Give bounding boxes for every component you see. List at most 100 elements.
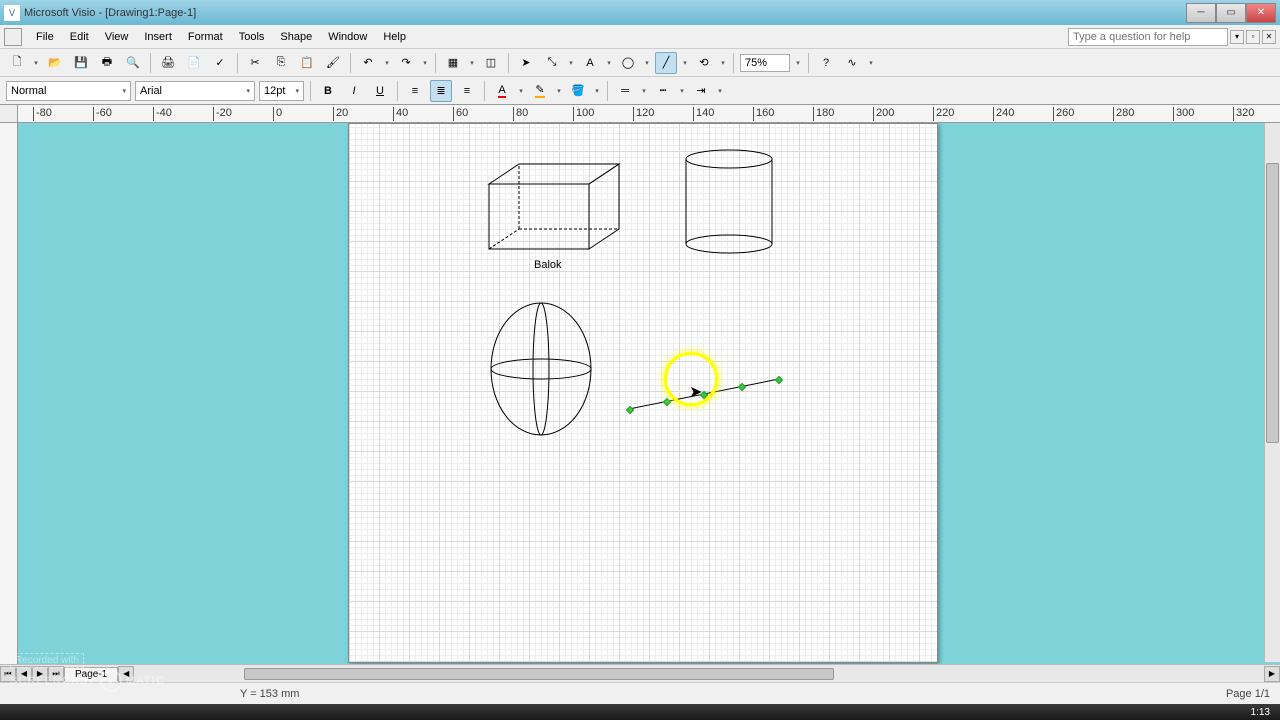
menu-view[interactable]: View [97, 29, 137, 45]
menu-shape[interactable]: Shape [272, 29, 320, 45]
scrollbar-thumb[interactable] [244, 668, 834, 680]
line-color-dropdown[interactable]: ▾ [555, 87, 563, 95]
menu-tools[interactable]: Tools [231, 29, 273, 45]
page-tabs-bar: ⏮ ◀ ▶ ⏭ Page-1 ◀ ▶ [0, 664, 1280, 682]
horizontal-ruler[interactable]: -80 -60 -40 -20 0 20 40 60 80 100 120 14… [0, 105, 1280, 123]
maximize-button[interactable]: ▭ [1216, 3, 1246, 23]
redo-icon[interactable]: ↷ [395, 52, 417, 74]
save-icon[interactable]: 💾 [70, 52, 92, 74]
tab-nav-next[interactable]: ▶ [32, 666, 48, 682]
shape-box[interactable] [489, 164, 624, 264]
font-color-dropdown[interactable]: ▾ [517, 87, 525, 95]
undo-icon[interactable]: ↶ [357, 52, 379, 74]
copy-icon[interactable]: ⎘ [270, 52, 292, 74]
help-icon[interactable]: ? [815, 52, 837, 74]
doc-restore-button[interactable]: ▫ [1246, 30, 1260, 44]
stencil-icon[interactable]: ◫ [480, 52, 502, 74]
formula-icon[interactable]: ∿ [841, 52, 863, 74]
fill-color-button[interactable]: 🪣 [567, 80, 589, 102]
minimize-button[interactable]: ─ [1186, 3, 1216, 23]
align-right-button[interactable]: ≡ [456, 80, 478, 102]
format-painter-icon[interactable]: 🖌 [322, 52, 344, 74]
print-icon-2[interactable]: 🖨 [157, 52, 179, 74]
italic-button[interactable]: I [343, 80, 365, 102]
size-value: 12pt [264, 85, 285, 97]
fontsize-combo[interactable]: 12pt▾ [259, 81, 304, 101]
line-tool-icon[interactable]: ╱ [655, 52, 677, 74]
close-button[interactable]: ✕ [1246, 3, 1276, 23]
line-ends-dropdown[interactable]: ▾ [716, 87, 724, 95]
menu-insert[interactable]: Insert [136, 29, 180, 45]
shapes-dropdown[interactable]: ▾ [468, 59, 476, 67]
menu-format[interactable]: Format [180, 29, 231, 45]
vertical-ruler[interactable] [0, 123, 18, 664]
line-dropdown[interactable]: ▾ [681, 59, 689, 67]
shape-sphere[interactable] [489, 299, 594, 439]
ellipse-dropdown[interactable]: ▾ [643, 59, 651, 67]
line-ends-button[interactable]: ⇥ [690, 80, 712, 102]
scroll-right-button[interactable]: ▶ [1264, 666, 1280, 682]
page-tab[interactable]: Page-1 [64, 667, 118, 681]
drawing-page[interactable]: Balok [348, 123, 938, 663]
undo-dropdown[interactable]: ▾ [383, 59, 391, 67]
taskbar[interactable]: 1:13 [0, 704, 1280, 720]
tab-nav-last[interactable]: ⏭ [48, 666, 64, 682]
line-pattern-button[interactable]: ┅ [652, 80, 674, 102]
cut-icon[interactable]: ✂ [244, 52, 266, 74]
rotate-dropdown[interactable]: ▾ [719, 59, 727, 67]
shape-cylinder[interactable] [684, 149, 774, 254]
connector-dropdown[interactable]: ▾ [567, 59, 575, 67]
paste-icon[interactable]: 📋 [296, 52, 318, 74]
spelling-icon[interactable]: ✓ [209, 52, 231, 74]
style-combo[interactable]: Normal▾ [6, 81, 131, 101]
preview-icon[interactable]: 📄 [183, 52, 205, 74]
pointer-tool-icon[interactable]: ➤ [515, 52, 537, 74]
line-pattern-dropdown[interactable]: ▾ [678, 87, 686, 95]
text-dropdown[interactable]: ▾ [605, 59, 613, 67]
line-color-button[interactable]: ✎ [529, 80, 551, 102]
horizontal-scrollbar[interactable]: ◀ ▶ [134, 667, 1264, 681]
new-icon[interactable]: 🗋 [6, 52, 28, 74]
vertical-scrollbar[interactable] [1264, 123, 1280, 662]
text-tool-icon[interactable]: A [579, 52, 601, 74]
tab-nav-first[interactable]: ⏮ [0, 666, 16, 682]
connector-tool-icon[interactable]: ⤡ [541, 52, 563, 74]
help-search-input[interactable] [1068, 28, 1228, 46]
help-dropdown[interactable]: ▾ [1230, 30, 1244, 44]
doc-close-button[interactable]: ✕ [1262, 30, 1276, 44]
drawing-canvas[interactable]: Balok [18, 123, 1280, 664]
rotate-tool-icon[interactable]: ⟲ [693, 52, 715, 74]
fill-color-dropdown[interactable]: ▾ [593, 87, 601, 95]
tab-nav-prev[interactable]: ◀ [16, 666, 32, 682]
bold-button[interactable]: B [317, 80, 339, 102]
ruler-tick: -40 [153, 107, 172, 121]
scrollbar-thumb[interactable] [1266, 163, 1279, 443]
font-color-button[interactable]: A [491, 80, 513, 102]
zoom-combo[interactable]: 75% [740, 54, 790, 72]
new-dropdown[interactable]: ▾ [32, 59, 40, 67]
titlebar[interactable]: V Microsoft Visio - [Drawing1:Page-1] ─ … [0, 0, 1280, 25]
menu-file[interactable]: File [28, 29, 62, 45]
align-center-button[interactable]: ≣ [430, 80, 452, 102]
underline-button[interactable]: U [369, 80, 391, 102]
zoom-dropdown[interactable]: ▾ [794, 59, 802, 67]
scroll-left-button[interactable]: ◀ [118, 666, 134, 682]
ruler-tick: 240 [993, 107, 1014, 121]
line-weight-dropdown[interactable]: ▾ [640, 87, 648, 95]
menu-window[interactable]: Window [320, 29, 375, 45]
print-preview-icon[interactable]: 🔍 [122, 52, 144, 74]
ruler-tick: 40 [393, 107, 408, 121]
menu-edit[interactable]: Edit [62, 29, 97, 45]
shapes-icon[interactable]: ▦ [442, 52, 464, 74]
align-left-button[interactable]: ≡ [404, 80, 426, 102]
menu-help[interactable]: Help [375, 29, 414, 45]
open-icon[interactable]: 📂 [44, 52, 66, 74]
line-weight-button[interactable]: ═ [614, 80, 636, 102]
formula-dropdown[interactable]: ▾ [867, 59, 875, 67]
redo-dropdown[interactable]: ▾ [421, 59, 429, 67]
print-icon[interactable]: 🖶 [96, 52, 118, 74]
ellipse-tool-icon[interactable]: ◯ [617, 52, 639, 74]
ruler-tick: 20 [333, 107, 348, 121]
document-icon[interactable] [4, 28, 22, 46]
font-combo[interactable]: Arial▾ [135, 81, 255, 101]
